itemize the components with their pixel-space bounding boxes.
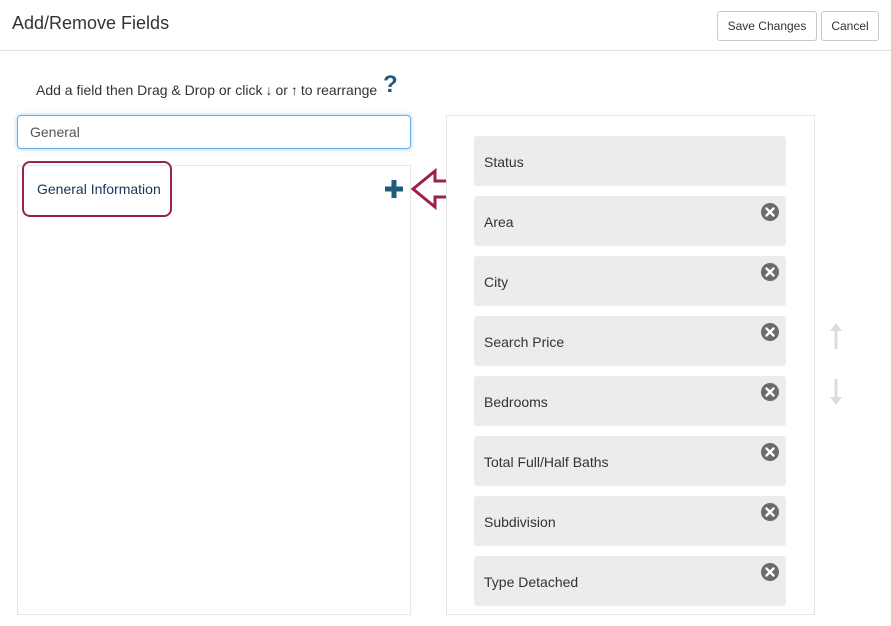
instructions-part1: Add a field then Drag & Drop or click [36, 82, 263, 98]
field-label: Status [484, 154, 524, 170]
selected-field-total-full-half-baths[interactable]: Total Full/Half Baths [474, 436, 786, 486]
arrow-down-icon: ↓ [265, 82, 273, 98]
field-label: Subdivision [484, 514, 556, 530]
selected-field-status[interactable]: Status [474, 136, 786, 186]
field-label: Total Full/Half Baths [484, 454, 609, 470]
close-circle-icon[interactable] [760, 262, 780, 282]
dialog-title: Add/Remove Fields [12, 13, 170, 33]
close-circle-icon[interactable] [760, 562, 780, 582]
field-search-input[interactable] [17, 115, 411, 149]
available-field-general-information[interactable]: General Information [22, 161, 172, 217]
selected-field-search-price[interactable]: Search Price [474, 316, 786, 366]
close-circle-icon[interactable] [760, 502, 780, 522]
field-label: Type Detached [484, 574, 579, 590]
instructions-or: or [275, 82, 288, 98]
plus-icon[interactable] [384, 179, 404, 199]
selected-field-bedrooms[interactable]: Bedrooms [474, 376, 786, 426]
help-question-icon[interactable]: ? [383, 72, 398, 98]
field-label: Area [484, 214, 514, 230]
selected-field-area[interactable]: Area [474, 196, 786, 246]
dialog-header: Add/Remove Fields Save Changes Cancel [0, 0, 891, 51]
selected-field-subdivision[interactable]: Subdivision [474, 496, 786, 546]
close-circle-icon[interactable] [760, 382, 780, 402]
save-changes-button[interactable]: Save Changes [717, 11, 817, 41]
move-up-arrow-icon[interactable] [826, 321, 846, 351]
close-circle-icon[interactable] [760, 442, 780, 462]
instructions-text: Add a field then Drag & Drop or click ↓ … [36, 82, 377, 98]
arrow-up-icon: ↑ [290, 82, 298, 98]
selected-fields-panel: Status Area City Search Price Bedrooms T… [446, 115, 815, 615]
selected-field-type-detached[interactable]: Type Detached [474, 556, 786, 606]
field-label: Search Price [484, 334, 565, 350]
instructions-part2: to rearrange [300, 82, 378, 98]
close-circle-icon[interactable] [760, 202, 780, 222]
close-circle-icon[interactable] [760, 322, 780, 342]
available-field-label: General Information [37, 181, 161, 197]
move-down-arrow-icon[interactable] [826, 377, 846, 407]
selected-field-city[interactable]: City [474, 256, 786, 306]
field-label: Bedrooms [484, 394, 548, 410]
available-fields-panel: General Information [17, 161, 411, 615]
cancel-button[interactable]: Cancel [821, 11, 879, 41]
field-label: City [484, 274, 509, 290]
